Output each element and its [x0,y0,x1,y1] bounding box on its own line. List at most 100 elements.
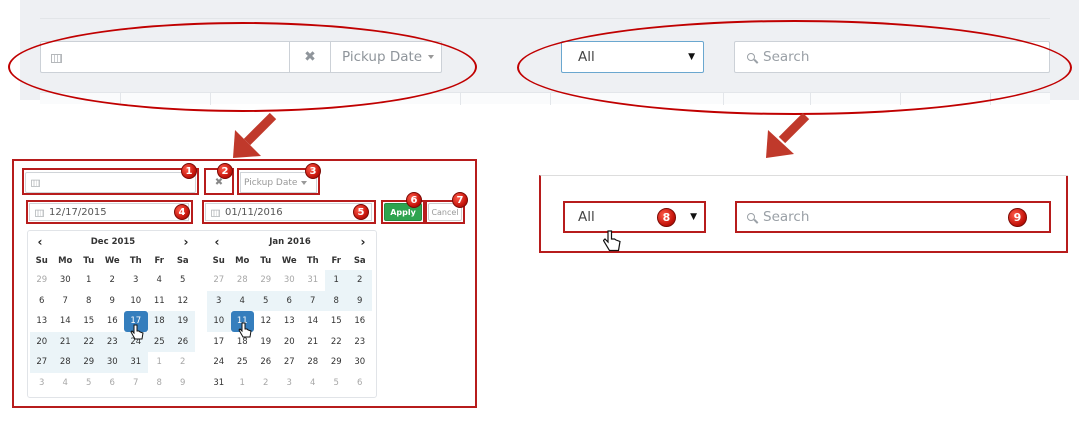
day-cell[interactable]: 3 [124,270,148,291]
day-cell[interactable]: 2 [348,270,372,291]
day-cell[interactable]: 15 [77,311,101,332]
day-cell[interactable]: 2 [171,352,195,373]
day-cell[interactable]: 30 [100,352,124,373]
day-cell[interactable]: 8 [77,291,101,312]
day-cell[interactable]: 7 [301,290,325,311]
day-cell[interactable]: 26 [171,331,195,352]
number-badge: 3 [305,163,321,179]
day-cell[interactable]: 24 [207,352,231,373]
day-cell[interactable]: 31 [301,270,325,291]
day-cell[interactable]: 1 [231,373,255,394]
day-cell[interactable]: 31 [124,352,148,373]
day-cell[interactable]: 2 [101,270,125,291]
day-cell[interactable]: 27 [278,352,302,373]
day-cell[interactable]: 9 [348,290,372,311]
next-month-button[interactable]: › [353,235,373,249]
day-cell[interactable]: 30 [348,352,372,373]
weekday-label: Mo [235,256,250,266]
day-cell[interactable]: 25 [147,331,171,352]
day-cell[interactable]: 1 [77,270,101,291]
number-badge: 8 [657,208,676,227]
day-cell[interactable]: 10 [207,311,231,332]
day-cell[interactable]: 2 [254,373,278,394]
prev-month-button[interactable]: ‹ [207,235,227,249]
day-cell[interactable]: 3 [30,373,54,394]
day-cell[interactable]: 8 [148,373,172,394]
day-cell[interactable]: 30 [278,270,302,291]
day-cell[interactable]: 12 [254,311,278,332]
day-cell[interactable]: 6 [101,373,125,394]
search-input[interactable]: Search [735,201,1051,233]
day-cell[interactable]: 25 [231,352,255,373]
day-cell[interactable]: 16 [348,311,372,332]
day-cell[interactable]: 20 [278,332,302,353]
day-cell[interactable]: 9 [101,291,125,312]
day-cell[interactable]: 17 [207,332,231,353]
day-cell[interactable]: 29 [77,352,101,373]
day-cell[interactable]: 5 [325,373,349,394]
annotation-box [22,168,199,195]
day-cell[interactable]: 30 [54,270,78,291]
week-row: 31 1 2 3 4 5 6 [207,373,372,394]
day-cell[interactable]: 28 [231,270,255,291]
day-cell[interactable]: 5 [171,270,195,291]
day-cell[interactable]: 14 [54,311,78,332]
day-cell[interactable]: 3 [278,373,302,394]
day-cell[interactable]: 21 [53,331,77,352]
day-cell[interactable]: 22 [325,332,349,353]
day-cell[interactable]: 5 [254,290,278,311]
weekday-label: We [104,256,120,266]
day-cell[interactable]: 6 [30,291,54,312]
day-cell[interactable]: 26 [254,352,278,373]
day-cell[interactable]: 27 [30,352,54,373]
next-month-button[interactable]: › [176,235,196,249]
week-row: 24 25 26 27 28 29 30 [207,352,372,373]
day-cell[interactable]: 22 [77,331,101,352]
day-cell[interactable]: 13 [278,311,302,332]
day-cell[interactable]: 14 [301,311,325,332]
day-cell[interactable]: 4 [148,270,172,291]
day-cell[interactable]: 9 [171,373,195,394]
day-cell[interactable]: 19 [171,311,195,332]
day-cell[interactable]: 7 [124,373,148,394]
day-cell[interactable]: 28 [301,352,325,373]
day-cell[interactable]: 15 [325,311,349,332]
day-cell[interactable]: 29 [325,352,349,373]
day-cell[interactable]: 6 [348,373,372,394]
search-icon [747,213,755,221]
day-cell[interactable]: 8 [324,290,348,311]
day-cell[interactable]: 18 [147,311,171,332]
status-filter-select[interactable]: All ▼ [563,201,706,233]
day-cell[interactable]: 19 [254,332,278,353]
day-cell[interactable]: 4 [230,290,254,311]
day-cell[interactable]: 4 [54,373,78,394]
day-cell[interactable]: 31 [207,373,231,394]
weekday-row: Su Mo Tu We Th Fr Sa [207,252,372,270]
number-badge: 6 [406,192,422,208]
day-cell[interactable]: 1 [324,270,348,291]
day-cell[interactable]: 29 [30,270,54,291]
day-cell[interactable]: 5 [77,373,101,394]
day-cell[interactable]: 16 [101,311,125,332]
day-cell[interactable]: 10 [124,291,148,312]
day-cell[interactable]: 1 [148,352,172,373]
day-cell[interactable]: 7 [54,291,78,312]
day-cell[interactable]: 20 [30,331,54,352]
day-cell[interactable]: 6 [277,290,301,311]
day-cell[interactable]: 12 [171,291,195,312]
day-cell[interactable]: 23 [100,331,124,352]
day-cell[interactable]: 21 [301,332,325,353]
prev-month-button[interactable]: ‹ [30,235,50,249]
hand-cursor-icon [238,322,252,338]
day-cell[interactable]: 11 [148,291,172,312]
day-cell[interactable]: 3 [207,290,231,311]
number-badge: 1 [181,163,197,179]
day-cell[interactable]: 29 [254,270,278,291]
day-cell[interactable]: 28 [53,352,77,373]
day-cell[interactable]: 27 [207,270,231,291]
day-cell[interactable]: 4 [301,373,325,394]
day-cell[interactable]: 23 [348,332,372,353]
day-cell[interactable]: 13 [30,311,54,332]
number-badge: 5 [353,204,369,220]
month-title: Dec 2015 [90,237,136,247]
